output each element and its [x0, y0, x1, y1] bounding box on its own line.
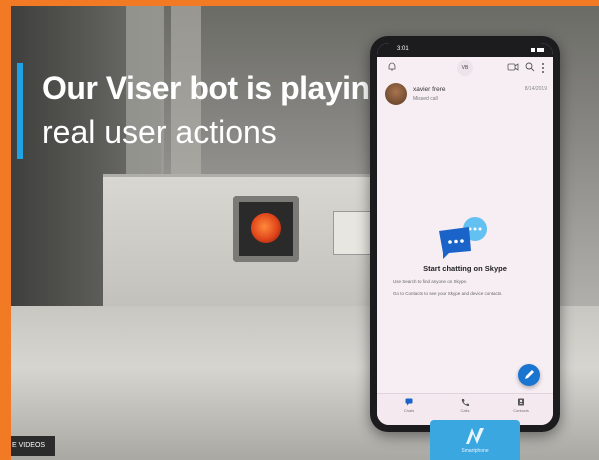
empty-state-tip: Go to Contacts to see your Skype and dev… — [393, 291, 503, 296]
viser-logo-icon — [466, 428, 484, 444]
nav-tab-calls[interactable]: Calls — [445, 398, 485, 413]
headline-accent-bar — [17, 63, 23, 159]
bell-icon[interactable] — [387, 62, 397, 72]
nav-label: Calls — [460, 408, 470, 413]
headline-line-1: Our Viser bot is playing — [42, 70, 389, 106]
nav-label: Chats — [403, 408, 415, 413]
robot-red-button — [251, 213, 281, 243]
nav-tab-chats[interactable]: Chats — [389, 398, 429, 413]
new-chat-button[interactable] — [518, 364, 540, 386]
smartphone: 3:01 VB xavier frere Missed call 8/14/20… — [370, 36, 560, 432]
status-bar: 3:01 — [377, 43, 553, 57]
phone-icon — [461, 399, 469, 406]
avatar[interactable]: VB — [457, 60, 473, 76]
nav-label: Contacts — [513, 408, 529, 413]
phone-screen: 3:01 VB xavier frere Missed call 8/14/20… — [377, 43, 553, 425]
skype-app-bar: VB — [377, 57, 553, 79]
contact-avatar — [385, 83, 407, 105]
status-time: 3:01 — [397, 46, 409, 52]
contact-name: xavier frere — [413, 86, 446, 93]
more-icon[interactable] — [541, 62, 545, 74]
videos-badge[interactable]: E VIDEOS — [11, 436, 55, 456]
video-call-icon[interactable] — [507, 62, 519, 72]
phone-stand: Smartphone — [430, 420, 520, 460]
chat-bubbles-icon — [439, 217, 487, 259]
videos-badge-label: E VIDEOS — [12, 442, 46, 449]
search-icon[interactable] — [525, 62, 535, 72]
empty-state-tip: Use Search to find anyone on Skype. — [393, 279, 468, 284]
signal-battery-icon — [531, 48, 544, 52]
chat-list-item[interactable]: xavier frere Missed call 8/14/2019 — [377, 81, 553, 111]
headline-line-2: real user actions — [42, 114, 277, 150]
empty-state-title: Start chatting on Skype — [423, 264, 507, 273]
pencil-icon — [525, 370, 534, 379]
chat-icon — [405, 398, 413, 406]
stand-label: Smartphone — [461, 448, 489, 454]
chat-date: 8/14/2019 — [524, 86, 547, 92]
nav-tab-contacts[interactable]: Contacts — [501, 398, 541, 413]
chat-status: Missed call — [413, 96, 438, 102]
contacts-icon — [518, 398, 524, 406]
